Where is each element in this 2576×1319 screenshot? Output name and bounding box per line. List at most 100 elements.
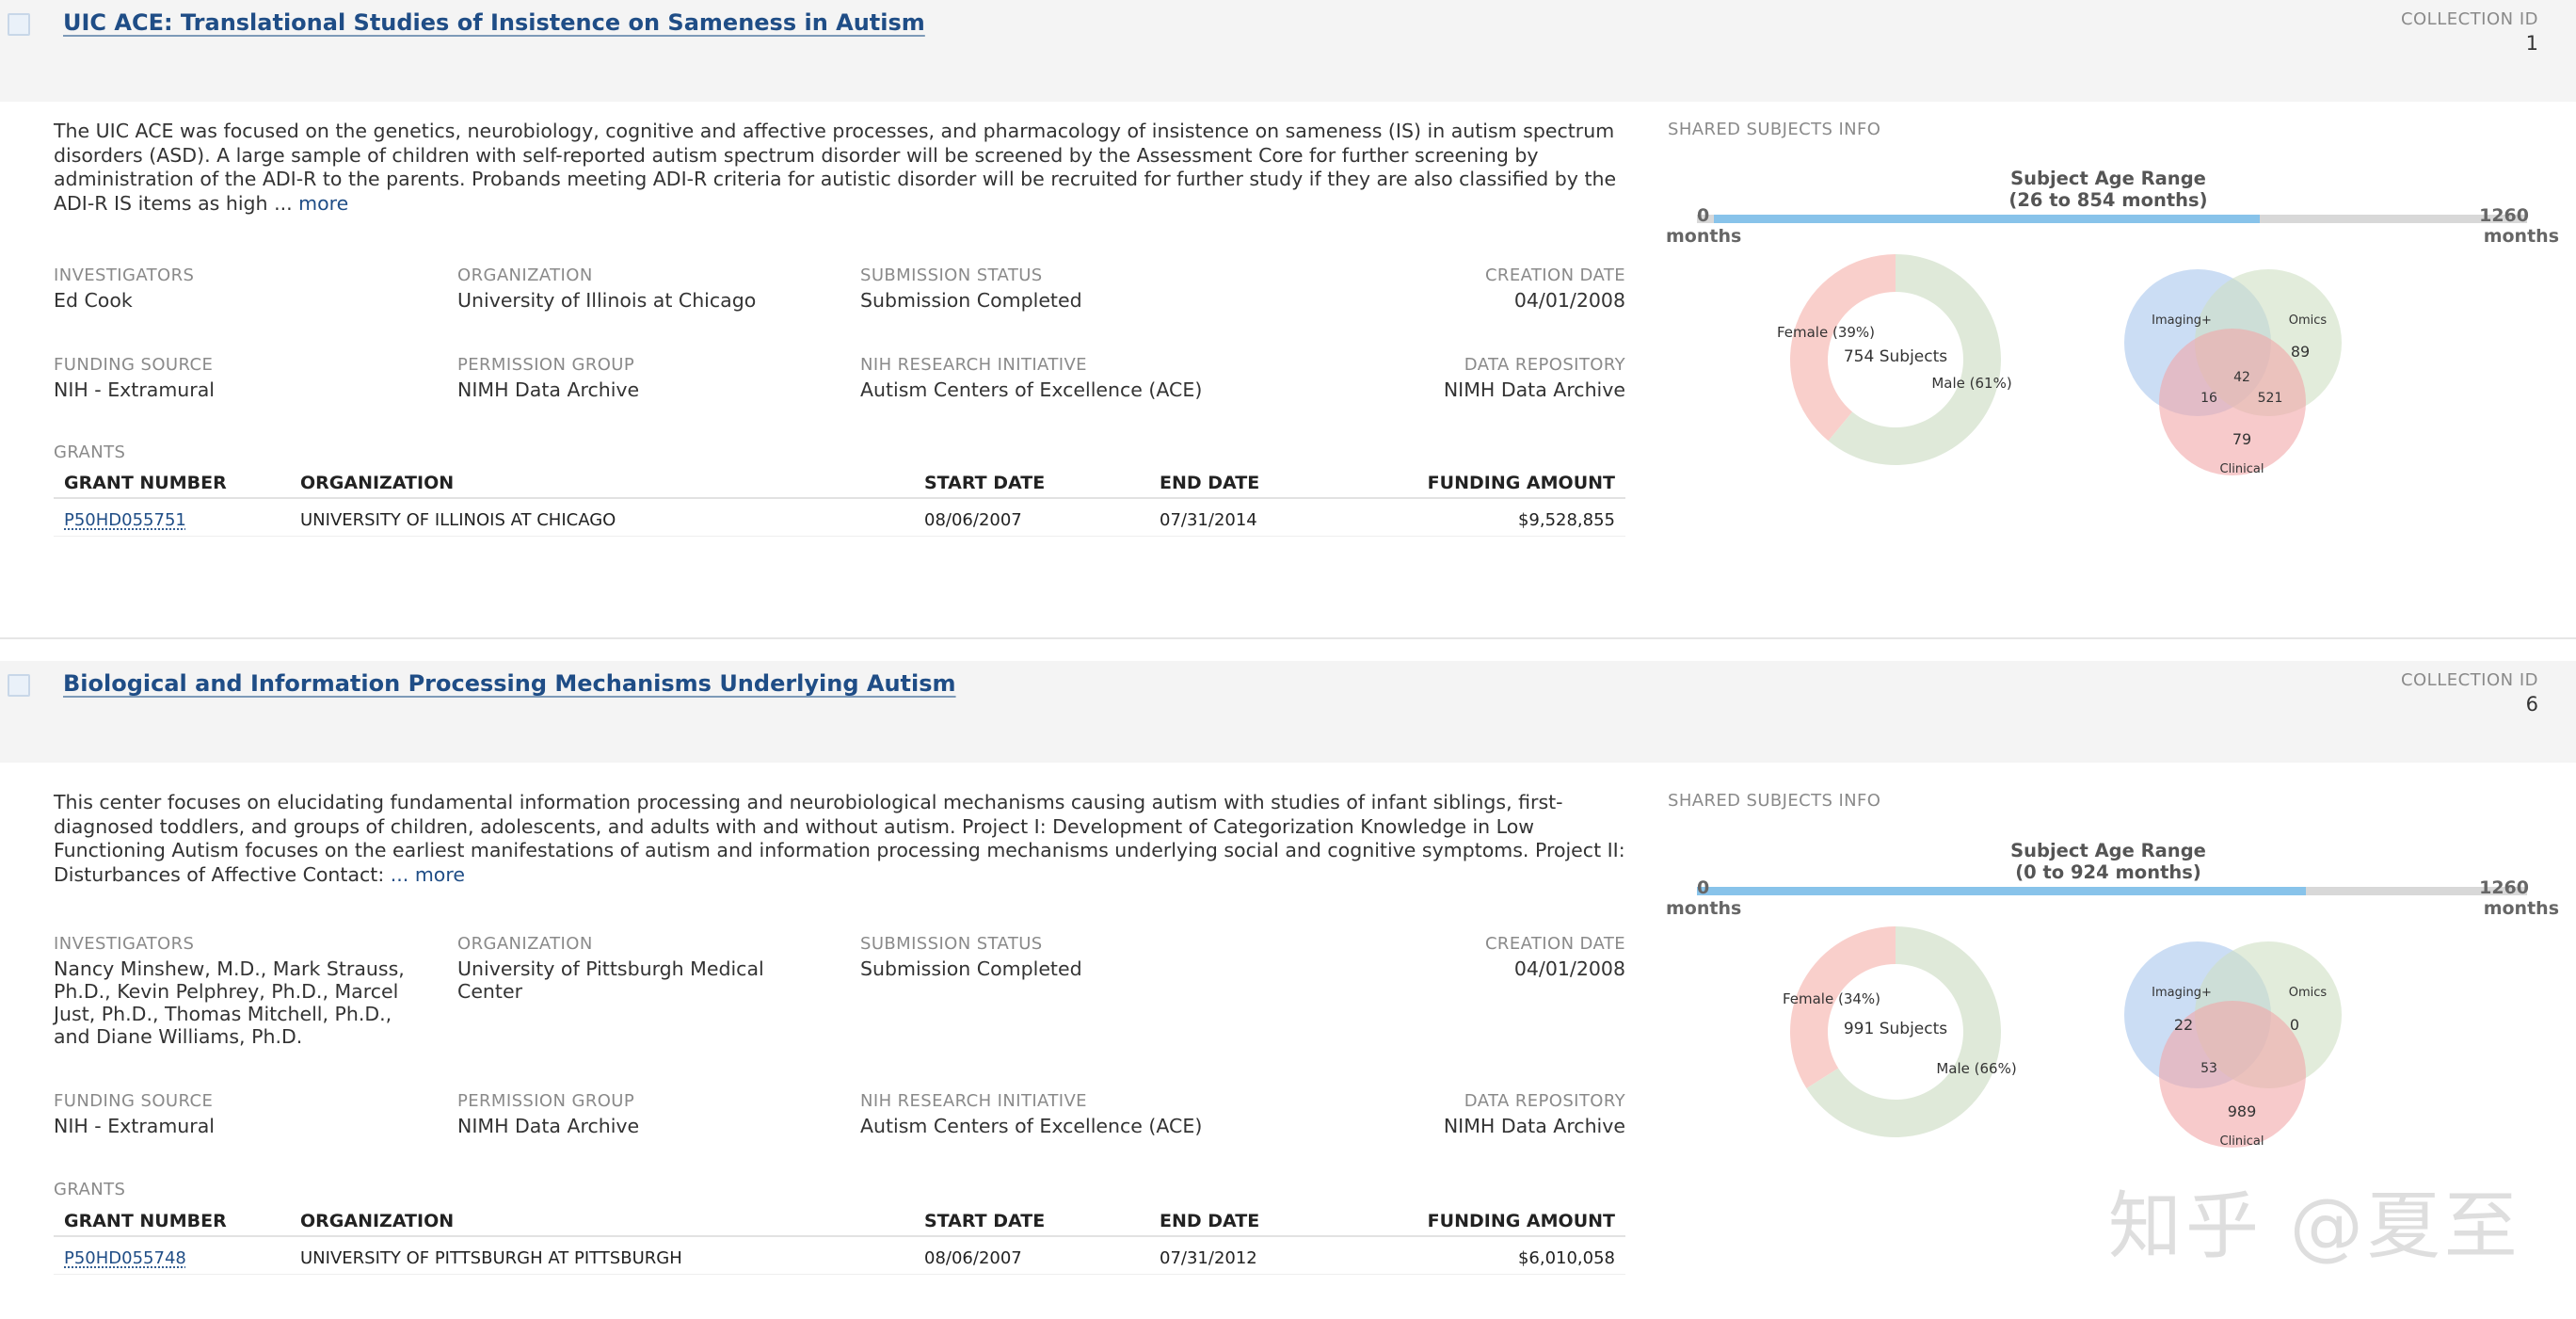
age-min-label: 0 — [1697, 205, 1710, 226]
research-initiative-label: NIH RESEARCH INITIATIVE — [860, 355, 1087, 375]
select-checkbox[interactable] — [8, 13, 30, 36]
investigators-field: INVESTIGATORS Ed Cook — [54, 265, 421, 312]
collection-header: Biological and Information Processing Me… — [0, 661, 2576, 763]
center-count: 42 — [2233, 370, 2250, 385]
collection-divider — [0, 637, 2576, 639]
collection-description: This center focuses on elucidating funda… — [54, 791, 1625, 887]
header-funding-amount[interactable]: FUNDING AMOUNT — [1428, 473, 1615, 493]
data-repository-label: DATA REPOSITORY — [1464, 1091, 1625, 1111]
data-repository-value: NIMH Data Archive — [1443, 1115, 1625, 1137]
header-start-date[interactable]: START DATE — [924, 473, 1045, 493]
header-start-date[interactable]: START DATE — [924, 1211, 1045, 1231]
gender-donut: 991 Subjects Female (34%) Male (66%) — [1783, 926, 2017, 1137]
select-checkbox[interactable] — [8, 674, 30, 697]
header-organization[interactable]: ORGANIZATION — [300, 1211, 454, 1231]
imaging-clinical-count: 53 — [2200, 1061, 2217, 1076]
female-label: Female (39%) — [1777, 324, 1875, 341]
shared-subjects-label: SHARED SUBJECTS INFO — [1668, 120, 1881, 139]
age-range-fill — [1697, 887, 2306, 895]
age-range-title: Subject Age Range (0 to 924 months) — [1920, 840, 2296, 883]
imaging-label: Imaging+ — [2152, 314, 2212, 328]
collection-title-link[interactable]: Biological and Information Processing Me… — [63, 670, 956, 697]
funding-source-value: NIH - Extramural — [54, 1115, 215, 1137]
grant-number-link[interactable]: P50HD055748 — [64, 1248, 186, 1268]
clinical-circle[interactable] — [2159, 329, 2306, 475]
age-max-unit: months — [2483, 898, 2559, 919]
investigators-field: INVESTIGATORS Nancy Minshew, M.D., Mark … — [54, 934, 421, 1048]
grant-organization: UNIVERSITY OF ILLINOIS AT CHICAGO — [300, 510, 616, 530]
age-min-label: 0 — [1697, 877, 1710, 898]
age-range-values: (0 to 924 months) — [2015, 861, 2201, 883]
collection-id-label: COLLECTION ID — [2400, 670, 2538, 690]
header-funding-amount[interactable]: FUNDING AMOUNT — [1428, 1211, 1615, 1231]
collection-id-value: 1 — [2525, 32, 2538, 55]
header-grant-number[interactable]: GRANT NUMBER — [64, 473, 227, 493]
grants-table-header: GRANT NUMBER ORGANIZATION START DATE END… — [54, 1205, 1625, 1237]
submission-status-value: Submission Completed — [860, 289, 1082, 312]
omics-label: Omics — [2289, 986, 2328, 1000]
collection-id-label: COLLECTION ID — [2400, 9, 2538, 29]
permission-group-label: PERMISSION GROUP — [457, 1091, 635, 1111]
grants-label: GRANTS — [54, 1180, 126, 1199]
grant-start-date: 08/06/2007 — [924, 510, 1022, 530]
grants-label: GRANTS — [54, 442, 126, 462]
more-link[interactable]: more — [298, 192, 348, 215]
grant-funding-amount: $6,010,058 — [1517, 1248, 1615, 1268]
research-initiative-field: NIH RESEARCH INITIATIVE Autism Centers o… — [860, 1091, 1312, 1137]
research-initiative-label: NIH RESEARCH INITIATIVE — [860, 1091, 1087, 1111]
data-repository-value: NIMH Data Archive — [1443, 378, 1625, 401]
organization-value: University of Pittsburgh Medical Center — [457, 957, 764, 1003]
data-repository-field: DATA REPOSITORY NIMH Data Archive — [1343, 1091, 1625, 1137]
research-initiative-value: Autism Centers of Excellence (ACE) — [860, 378, 1203, 401]
grant-organization: UNIVERSITY OF PITTSBURGH AT PITTSBURGH — [300, 1248, 682, 1268]
creation-date-value: 04/01/2008 — [1513, 957, 1625, 980]
imaging-only-count: 22 — [2174, 1016, 2193, 1034]
organization-label: ORGANIZATION — [457, 934, 593, 954]
imaging-label: Imaging+ — [2152, 986, 2212, 1000]
omics-label: Omics — [2289, 314, 2328, 328]
funding-source-label: FUNDING SOURCE — [54, 355, 214, 375]
grant-number-link[interactable]: P50HD055751 — [64, 510, 186, 530]
data-repository-label: DATA REPOSITORY — [1464, 355, 1625, 375]
creation-date-field: CREATION DATE 04/01/2008 — [1343, 934, 1625, 980]
omics-only-count: 89 — [2291, 343, 2310, 361]
grants-table: GRANT NUMBER ORGANIZATION START DATE END… — [54, 1205, 1625, 1275]
female-slice[interactable] — [1790, 926, 1896, 1089]
male-label: Male (66%) — [1936, 1060, 2016, 1077]
clinical-only-count: 989 — [2228, 1102, 2257, 1120]
age-range-fill — [1714, 215, 2260, 223]
header-end-date[interactable]: END DATE — [1160, 1211, 1259, 1231]
collection-header: UIC ACE: Translational Studies of Insist… — [0, 0, 2576, 102]
grant-start-date: 08/06/2007 — [924, 1248, 1022, 1268]
funding-source-value: NIH - Extramural — [54, 378, 215, 401]
permission-group-field: PERMISSION GROUP NIMH Data Archive — [457, 355, 824, 401]
creation-date-value: 04/01/2008 — [1513, 289, 1625, 312]
data-type-venn: Imaging+ Omics 22 0 53 989 Clinical — [2124, 941, 2342, 1149]
subjects-count: 754 Subjects — [1844, 347, 1947, 366]
research-initiative-value: Autism Centers of Excellence (ACE) — [860, 1115, 1203, 1137]
age-range-heading: Subject Age Range — [2010, 168, 2206, 189]
header-grant-number[interactable]: GRANT NUMBER — [64, 1211, 227, 1231]
age-range-bar — [1697, 887, 2527, 895]
more-link[interactable]: ... more — [391, 863, 465, 886]
omics-only-count: 0 — [2290, 1016, 2299, 1034]
investigators-label: INVESTIGATORS — [54, 265, 195, 285]
submission-status-label: SUBMISSION STATUS — [860, 265, 1043, 285]
investigators-value: Nancy Minshew, M.D., Mark Strauss, Ph.D.… — [54, 957, 405, 1048]
grant-end-date: 07/31/2012 — [1160, 1248, 1257, 1268]
age-min-unit: months — [1666, 898, 1742, 919]
organization-value: University of Illinois at Chicago — [457, 289, 757, 312]
grant-funding-amount: $9,528,855 — [1517, 510, 1615, 530]
organization-label: ORGANIZATION — [457, 265, 593, 285]
table-row: P50HD055751 UNIVERSITY OF ILLINOIS AT CH… — [54, 499, 1625, 537]
data-repository-field: DATA REPOSITORY NIMH Data Archive — [1343, 355, 1625, 401]
header-end-date[interactable]: END DATE — [1160, 473, 1259, 493]
funding-source-label: FUNDING SOURCE — [54, 1091, 214, 1111]
collection-title-link[interactable]: UIC ACE: Translational Studies of Insist… — [63, 9, 925, 36]
table-row: P50HD055748 UNIVERSITY OF PITTSBURGH AT … — [54, 1237, 1625, 1275]
age-max-label: 1260 — [2479, 205, 2529, 226]
subjects-count: 991 Subjects — [1844, 1020, 1947, 1038]
header-organization[interactable]: ORGANIZATION — [300, 473, 454, 493]
permission-group-value: NIMH Data Archive — [457, 378, 640, 401]
collection-id-value: 6 — [2525, 693, 2538, 716]
